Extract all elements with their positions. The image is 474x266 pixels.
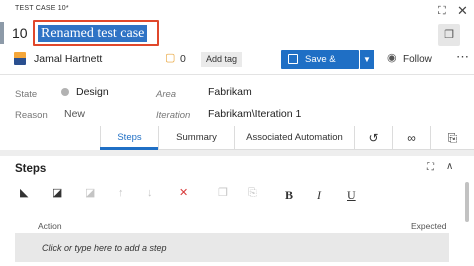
attachment-icon[interactable]: ❐ <box>218 188 228 199</box>
work-item-type-color-bar <box>0 22 4 44</box>
section-separator <box>0 150 474 156</box>
add-step-placeholder[interactable]: Click or type here to add a step <box>42 243 167 253</box>
link-icon: ∞ <box>407 131 416 145</box>
tab-attachments[interactable]: ⎘ <box>430 126 474 150</box>
reason-field[interactable]: New <box>64 108 85 120</box>
reason-label: Reason <box>15 110 48 121</box>
close-icon[interactable]: ✕ <box>457 4 468 17</box>
column-header-expected: Expected <box>411 221 447 231</box>
maximize-icon[interactable]: ⛶ <box>427 163 434 173</box>
bold-button[interactable]: B <box>285 188 293 203</box>
save-and-close-button[interactable]: Save & Close <box>281 50 359 84</box>
insert-shared-steps-icon[interactable]: ◪ <box>52 188 62 199</box>
copy-button[interactable]: ❐ <box>438 24 460 46</box>
paperclip-icon: ⎘ <box>447 131 458 145</box>
save-icon <box>288 54 298 64</box>
work-item-id: 10 <box>12 25 28 41</box>
work-item-type-label: TEST CASE 10* <box>15 5 69 12</box>
area-label: Area <box>156 89 177 100</box>
avatar <box>14 52 26 65</box>
underline-button[interactable]: U <box>347 188 356 203</box>
follow-button[interactable]: Follow <box>403 54 432 65</box>
expand-icon[interactable]: ⛶ <box>438 6 446 17</box>
iteration-field[interactable]: Fabrikam\Iteration 1 <box>208 108 301 120</box>
save-options-dropdown[interactable]: ▼ <box>360 50 374 69</box>
comment-icon[interactable]: ▢ <box>165 53 175 64</box>
create-shared-steps-icon[interactable]: ◪ <box>85 188 95 199</box>
header-divider <box>0 74 474 75</box>
more-actions-icon[interactable]: ⋯ <box>456 50 469 63</box>
tab-history[interactable]: ↺ <box>354 126 392 150</box>
insert-step-icon[interactable]: ◣ <box>20 188 28 199</box>
state-field[interactable]: Design <box>76 86 109 98</box>
eye-icon[interactable]: ◉ <box>387 53 397 64</box>
tab-links[interactable]: ∞ <box>392 126 430 150</box>
tab-summary[interactable]: Summary <box>158 126 234 150</box>
assigned-to-field[interactable]: Jamal Hartnett <box>34 53 102 65</box>
paperclip-icon[interactable]: ⎘ <box>248 188 257 199</box>
move-up-icon[interactable]: ↑ <box>118 188 124 199</box>
copy-icon: ❐ <box>444 29 454 41</box>
state-indicator-dot <box>61 88 69 96</box>
state-label: State <box>15 89 38 100</box>
steps-section-title: Steps <box>15 163 47 175</box>
area-field[interactable]: Fabrikam <box>208 86 252 98</box>
move-down-icon[interactable]: ↓ <box>147 188 153 199</box>
italic-button[interactable]: I <box>317 188 321 203</box>
add-tag-button[interactable]: Add tag <box>201 52 243 67</box>
title-input[interactable]: Renamed test case <box>38 25 148 42</box>
history-icon: ↺ <box>368 131 379 145</box>
scrollbar[interactable] <box>465 182 469 222</box>
chevron-down-icon: ▼ <box>363 55 371 64</box>
iteration-label: Iteration <box>156 110 191 121</box>
comment-count: 0 <box>180 53 186 65</box>
delete-step-icon[interactable]: ✕ <box>179 188 188 199</box>
collapse-icon[interactable]: ∧ <box>446 162 453 172</box>
column-header-action: Action <box>38 221 62 231</box>
save-and-close-label: Save & Close <box>305 54 336 84</box>
tab-associated-automation[interactable]: Associated Automation <box>234 126 354 150</box>
